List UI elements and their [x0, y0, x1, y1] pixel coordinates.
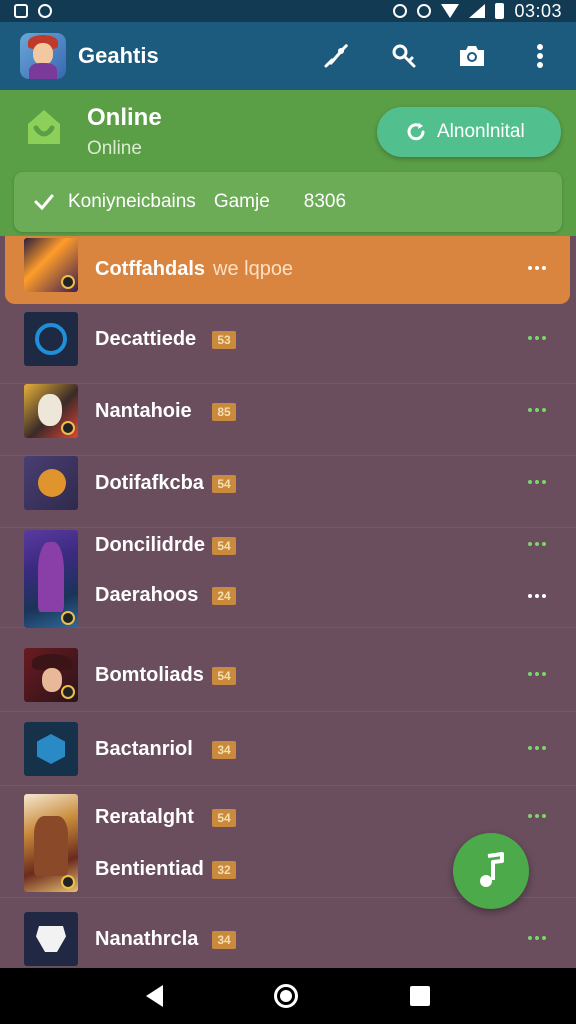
level-badge: 54	[212, 809, 236, 827]
music-fab-button[interactable]	[453, 833, 529, 909]
banner-text-primary: Koniyneicbains	[68, 191, 196, 212]
status-left	[14, 4, 52, 18]
system-nav-bar	[0, 968, 576, 1024]
game-thumbnail	[24, 912, 78, 966]
list-item-label: Doncilidrde	[95, 534, 206, 556]
list-item-label: Reratalght	[95, 806, 194, 828]
status-time: 03:03	[514, 0, 562, 21]
list-item[interactable]: Dotifafkcba 54	[0, 456, 576, 528]
list-item-label: Dotifafkcba	[95, 472, 204, 494]
more-horiz-icon[interactable]	[528, 408, 546, 412]
level-badge: 34	[212, 931, 236, 949]
bluetooth-icon	[393, 4, 408, 18]
game-thumbnail	[24, 312, 78, 366]
notification-icon	[14, 4, 28, 18]
status-right: 03:03	[393, 1, 562, 22]
list-item[interactable]: Nantahoie 85	[0, 384, 576, 456]
more-horiz-icon[interactable]	[528, 480, 546, 484]
list-item[interactable]: Bactanriol 34	[0, 714, 576, 786]
app-logo	[20, 33, 66, 79]
recents-icon[interactable]	[410, 986, 431, 1006]
status-banner[interactable]: Koniyneicbains Gamje 8306	[14, 172, 562, 232]
more-vert-icon[interactable]	[524, 40, 556, 72]
list-item-active[interactable]: Cotffahdals we lqpoe	[5, 236, 570, 304]
level-badge: 34	[212, 741, 236, 759]
game-thumbnail	[24, 384, 78, 438]
list-item-label: Bentientiad	[95, 858, 204, 880]
online-status-button[interactable]: Alnonlnital	[377, 107, 561, 157]
online-logo-icon	[22, 106, 66, 150]
more-horiz-icon[interactable]	[528, 542, 546, 546]
level-badge: 85	[212, 403, 236, 421]
battery-icon	[495, 3, 505, 19]
check-icon	[34, 194, 54, 210]
game-thumbnail	[24, 648, 78, 702]
status-bar: 03:03	[0, 0, 576, 22]
game-thumbnail	[24, 530, 78, 628]
online-subtitle: Online	[87, 138, 142, 159]
more-horiz-icon[interactable]	[528, 814, 546, 818]
more-horiz-icon[interactable]	[528, 336, 546, 340]
banner-text-secondary: Gamje	[213, 191, 270, 212]
game-thumbnail	[24, 722, 78, 776]
list-item-label: Nantahoie	[95, 400, 192, 422]
banner-count: 8306	[303, 191, 347, 212]
online-header: Online Online Alnonlnital Koniyneicbains…	[0, 90, 576, 236]
list-item-label: Bactanriol	[95, 738, 193, 760]
app-title: Geahtis	[78, 43, 159, 68]
rocket-icon[interactable]	[320, 40, 352, 72]
list-item-label: Cotffahdals we lqpoe	[95, 258, 294, 280]
list-item-sub: we lqpoe	[213, 258, 294, 280]
level-badge: 54	[212, 475, 236, 493]
refresh-icon	[407, 123, 425, 141]
level-badge: 24	[212, 587, 236, 605]
camera-icon[interactable]	[456, 40, 488, 72]
signal-icon	[469, 4, 486, 18]
key-icon[interactable]	[388, 40, 420, 72]
more-horiz-icon[interactable]	[528, 746, 546, 750]
more-horiz-icon[interactable]	[528, 936, 546, 940]
list-item-group[interactable]: Doncilidrde 54 Daerahoos 24	[0, 528, 576, 628]
list-item-label: Decattiede	[95, 328, 197, 350]
list-item-label: Daerahoos	[95, 584, 199, 606]
list-item[interactable]: Decattiede 53	[0, 312, 576, 384]
level-badge: 54	[212, 667, 236, 685]
more-horiz-icon[interactable]	[528, 672, 546, 676]
sync-icon	[417, 4, 432, 18]
game-thumbnail	[24, 238, 78, 292]
music-note-icon	[480, 852, 504, 887]
home-icon[interactable]	[274, 984, 299, 1008]
level-badge: 53	[212, 331, 236, 349]
app-bar: Geahtis	[0, 22, 576, 90]
wifi-icon	[441, 4, 460, 18]
app-bar-actions	[320, 40, 556, 72]
game-thumbnail	[24, 794, 78, 892]
online-status-label: Alnonlnital	[437, 121, 525, 142]
game-thumbnail	[24, 456, 78, 510]
back-icon[interactable]	[145, 985, 163, 1007]
online-title: Online	[87, 104, 162, 131]
list-item-label: Bomtoliads	[95, 664, 204, 686]
level-badge: 54	[212, 537, 236, 555]
more-horiz-icon[interactable]	[528, 594, 546, 598]
list-item[interactable]: Bomtoliads 54	[0, 640, 576, 712]
list-item-label: Nanathrcla	[95, 928, 199, 950]
level-badge: 32	[212, 861, 236, 879]
more-horiz-icon[interactable]	[528, 266, 546, 270]
app-notification-icon	[38, 4, 52, 18]
